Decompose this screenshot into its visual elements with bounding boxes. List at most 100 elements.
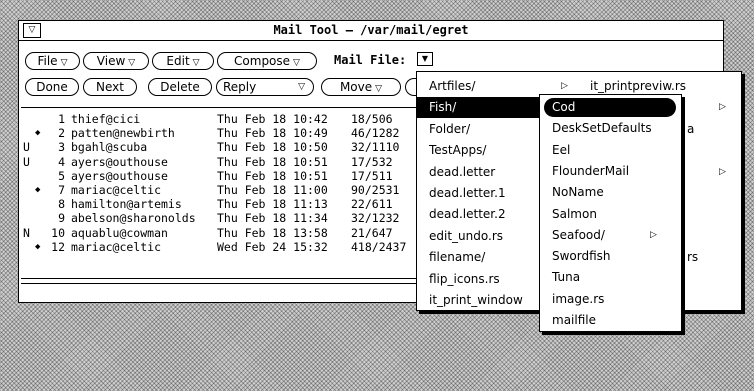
attachment-marker-icon: ◆ bbox=[35, 185, 41, 195]
file-menu-button[interactable]: File ▽ bbox=[25, 52, 80, 70]
message-status: U bbox=[23, 140, 30, 155]
compose-menu-label: Compose bbox=[234, 54, 291, 68]
message-sender: ayers@outhouse bbox=[71, 154, 168, 169]
message-date: Thu Feb 18 10:49 bbox=[217, 126, 328, 141]
delete-label: Delete bbox=[160, 80, 200, 94]
message-size: 17/532 bbox=[351, 154, 393, 169]
message-number: 3 bbox=[58, 140, 65, 155]
menu-item[interactable]: Fish/ bbox=[417, 97, 541, 119]
submenu-item[interactable]: Tuna bbox=[540, 267, 681, 288]
submenu-item-label: NoName bbox=[552, 185, 604, 200]
menu-item-label: dead.letter bbox=[429, 164, 496, 179]
message-number: 2 bbox=[58, 126, 65, 141]
fish-submenu[interactable]: Cod DeskSetDefaults Eel FlounderMail NoName S… bbox=[539, 94, 682, 332]
message-size: 21/647 bbox=[351, 225, 393, 240]
submenu-item-label: Cod bbox=[552, 100, 576, 114]
submenu-item[interactable]: Eel bbox=[540, 140, 681, 161]
message-number: 9 bbox=[58, 211, 65, 226]
submenu-arrow-icon: ▷ bbox=[650, 229, 657, 240]
message-date: Thu Feb 18 11:34 bbox=[217, 211, 328, 226]
menu-item-label[interactable]: a bbox=[687, 119, 694, 140]
message-sender: patten@newbirth bbox=[71, 126, 175, 141]
menu-item[interactable]: TestApps/ bbox=[417, 140, 541, 161]
message-sender: thief@cici bbox=[71, 112, 141, 126]
done-button[interactable]: Done bbox=[25, 78, 79, 96]
submenu-item[interactable]: DeskSetDefaults bbox=[540, 118, 681, 139]
menu-item-label: filename/ bbox=[429, 250, 486, 265]
message-size: 32/1110 bbox=[351, 140, 400, 155]
triangle-down-icon: ▽ bbox=[293, 58, 300, 68]
move-label: Move bbox=[339, 80, 373, 94]
triangle-down-icon: ▽ bbox=[298, 82, 305, 92]
message-date: Thu Feb 18 11:00 bbox=[217, 183, 328, 197]
edit-menu-button[interactable]: Edit ▽ bbox=[152, 52, 214, 70]
message-sender: mariac@celtic bbox=[71, 239, 162, 254]
mail-file-menu-button[interactable]: ▼ bbox=[417, 52, 433, 66]
reply-label: Reply bbox=[223, 80, 257, 94]
message-size: 17/511 bbox=[351, 168, 393, 183]
message-size: 46/1282 bbox=[351, 126, 400, 141]
submenu-item[interactable]: NoName bbox=[540, 182, 681, 203]
submenu-item[interactable]: image.rs bbox=[540, 289, 681, 310]
message-number: 4 bbox=[58, 154, 65, 169]
message-number: 7 bbox=[58, 183, 65, 197]
message-size: 90/2531 bbox=[351, 183, 400, 197]
menu-item[interactable]: dead.letter bbox=[417, 162, 541, 183]
mail-file-label: Mail File: bbox=[334, 53, 407, 67]
message-date: Thu Feb 18 10:42 bbox=[217, 112, 328, 126]
triangle-down-icon: ▽ bbox=[192, 58, 200, 68]
message-size: 32/1232 bbox=[351, 211, 400, 226]
submenu-item[interactable]: FlounderMail bbox=[540, 161, 681, 182]
menu-item[interactable]: filename/ bbox=[417, 247, 541, 268]
submenu-item-label: Tuna bbox=[552, 270, 581, 285]
menu-item-label: dead.letter.1 bbox=[429, 186, 506, 200]
submenu-item[interactable]: Cod bbox=[544, 98, 676, 117]
next-button[interactable]: Next bbox=[83, 78, 137, 96]
message-status: U bbox=[23, 154, 30, 169]
view-menu-button[interactable]: View ▽ bbox=[83, 52, 149, 70]
attachment-marker-icon: ◆ bbox=[35, 241, 41, 252]
message-sender: mariac@celtic bbox=[71, 183, 162, 197]
title-bar[interactable]: ▽ Mail Tool – /var/mail/egret bbox=[19, 21, 723, 41]
submenu-item[interactable]: mailfile bbox=[540, 310, 681, 331]
delete-button[interactable]: Delete bbox=[148, 78, 212, 96]
file-menu-label: File bbox=[37, 54, 58, 68]
submenu-arrow-icon: ▷ bbox=[719, 102, 726, 113]
menu-item-label[interactable]: rs bbox=[687, 247, 698, 268]
menu-item[interactable]: flip_icons.rs bbox=[417, 269, 541, 290]
message-number: 5 bbox=[58, 168, 65, 183]
submenu-item-label: image.rs bbox=[552, 291, 605, 306]
menu-item[interactable]: edit_undo.rs bbox=[417, 226, 541, 247]
reply-menu-button[interactable]: Reply ▽ bbox=[216, 78, 314, 96]
menu-item-label: flip_icons.rs bbox=[429, 271, 500, 286]
menu-item[interactable]: Artfiles/ bbox=[417, 76, 541, 97]
done-label: Done bbox=[36, 80, 68, 94]
triangle-down-icon: ▽ bbox=[60, 58, 68, 68]
menu-item-label: Artfiles/ bbox=[429, 79, 476, 93]
submenu-item[interactable]: Swordfish bbox=[540, 246, 681, 267]
menu-item[interactable]: dead.letter.2 bbox=[417, 204, 541, 225]
triangle-down-icon: ▽ bbox=[375, 84, 383, 94]
menu-item-label: Fish/ bbox=[429, 100, 457, 115]
message-number: 1 bbox=[58, 112, 65, 126]
message-sender: bgahl@scuba bbox=[71, 140, 148, 155]
compose-menu-button[interactable]: Compose ▽ bbox=[217, 52, 317, 70]
message-number: 10 bbox=[51, 225, 65, 240]
message-date: Thu Feb 18 10:51 bbox=[217, 154, 328, 169]
submenu-item[interactable]: Seafood/ ▷ bbox=[540, 225, 681, 246]
submenu-item-label: Swordfish bbox=[552, 249, 611, 264]
menu-item[interactable]: it_print_window bbox=[417, 290, 541, 311]
submenu-item-label: Salmon bbox=[552, 206, 597, 221]
menu-item[interactable]: dead.letter.1 bbox=[417, 183, 541, 204]
view-menu-label: View bbox=[96, 54, 126, 68]
menu-item-label: edit_undo.rs bbox=[429, 228, 503, 243]
message-date: Wed Feb 24 15:32 bbox=[217, 239, 328, 254]
message-size: 22/611 bbox=[351, 197, 393, 212]
move-menu-button[interactable]: Move ▽ bbox=[321, 78, 401, 96]
submenu-item[interactable]: Salmon bbox=[540, 204, 681, 225]
attachment-marker-icon: ◆ bbox=[35, 128, 41, 139]
message-sender: aquablu@cowman bbox=[71, 225, 168, 240]
message-number: 12 bbox=[51, 239, 65, 254]
menu-item[interactable]: Folder/ bbox=[417, 119, 541, 140]
submenu-item-label: Eel bbox=[552, 142, 571, 157]
